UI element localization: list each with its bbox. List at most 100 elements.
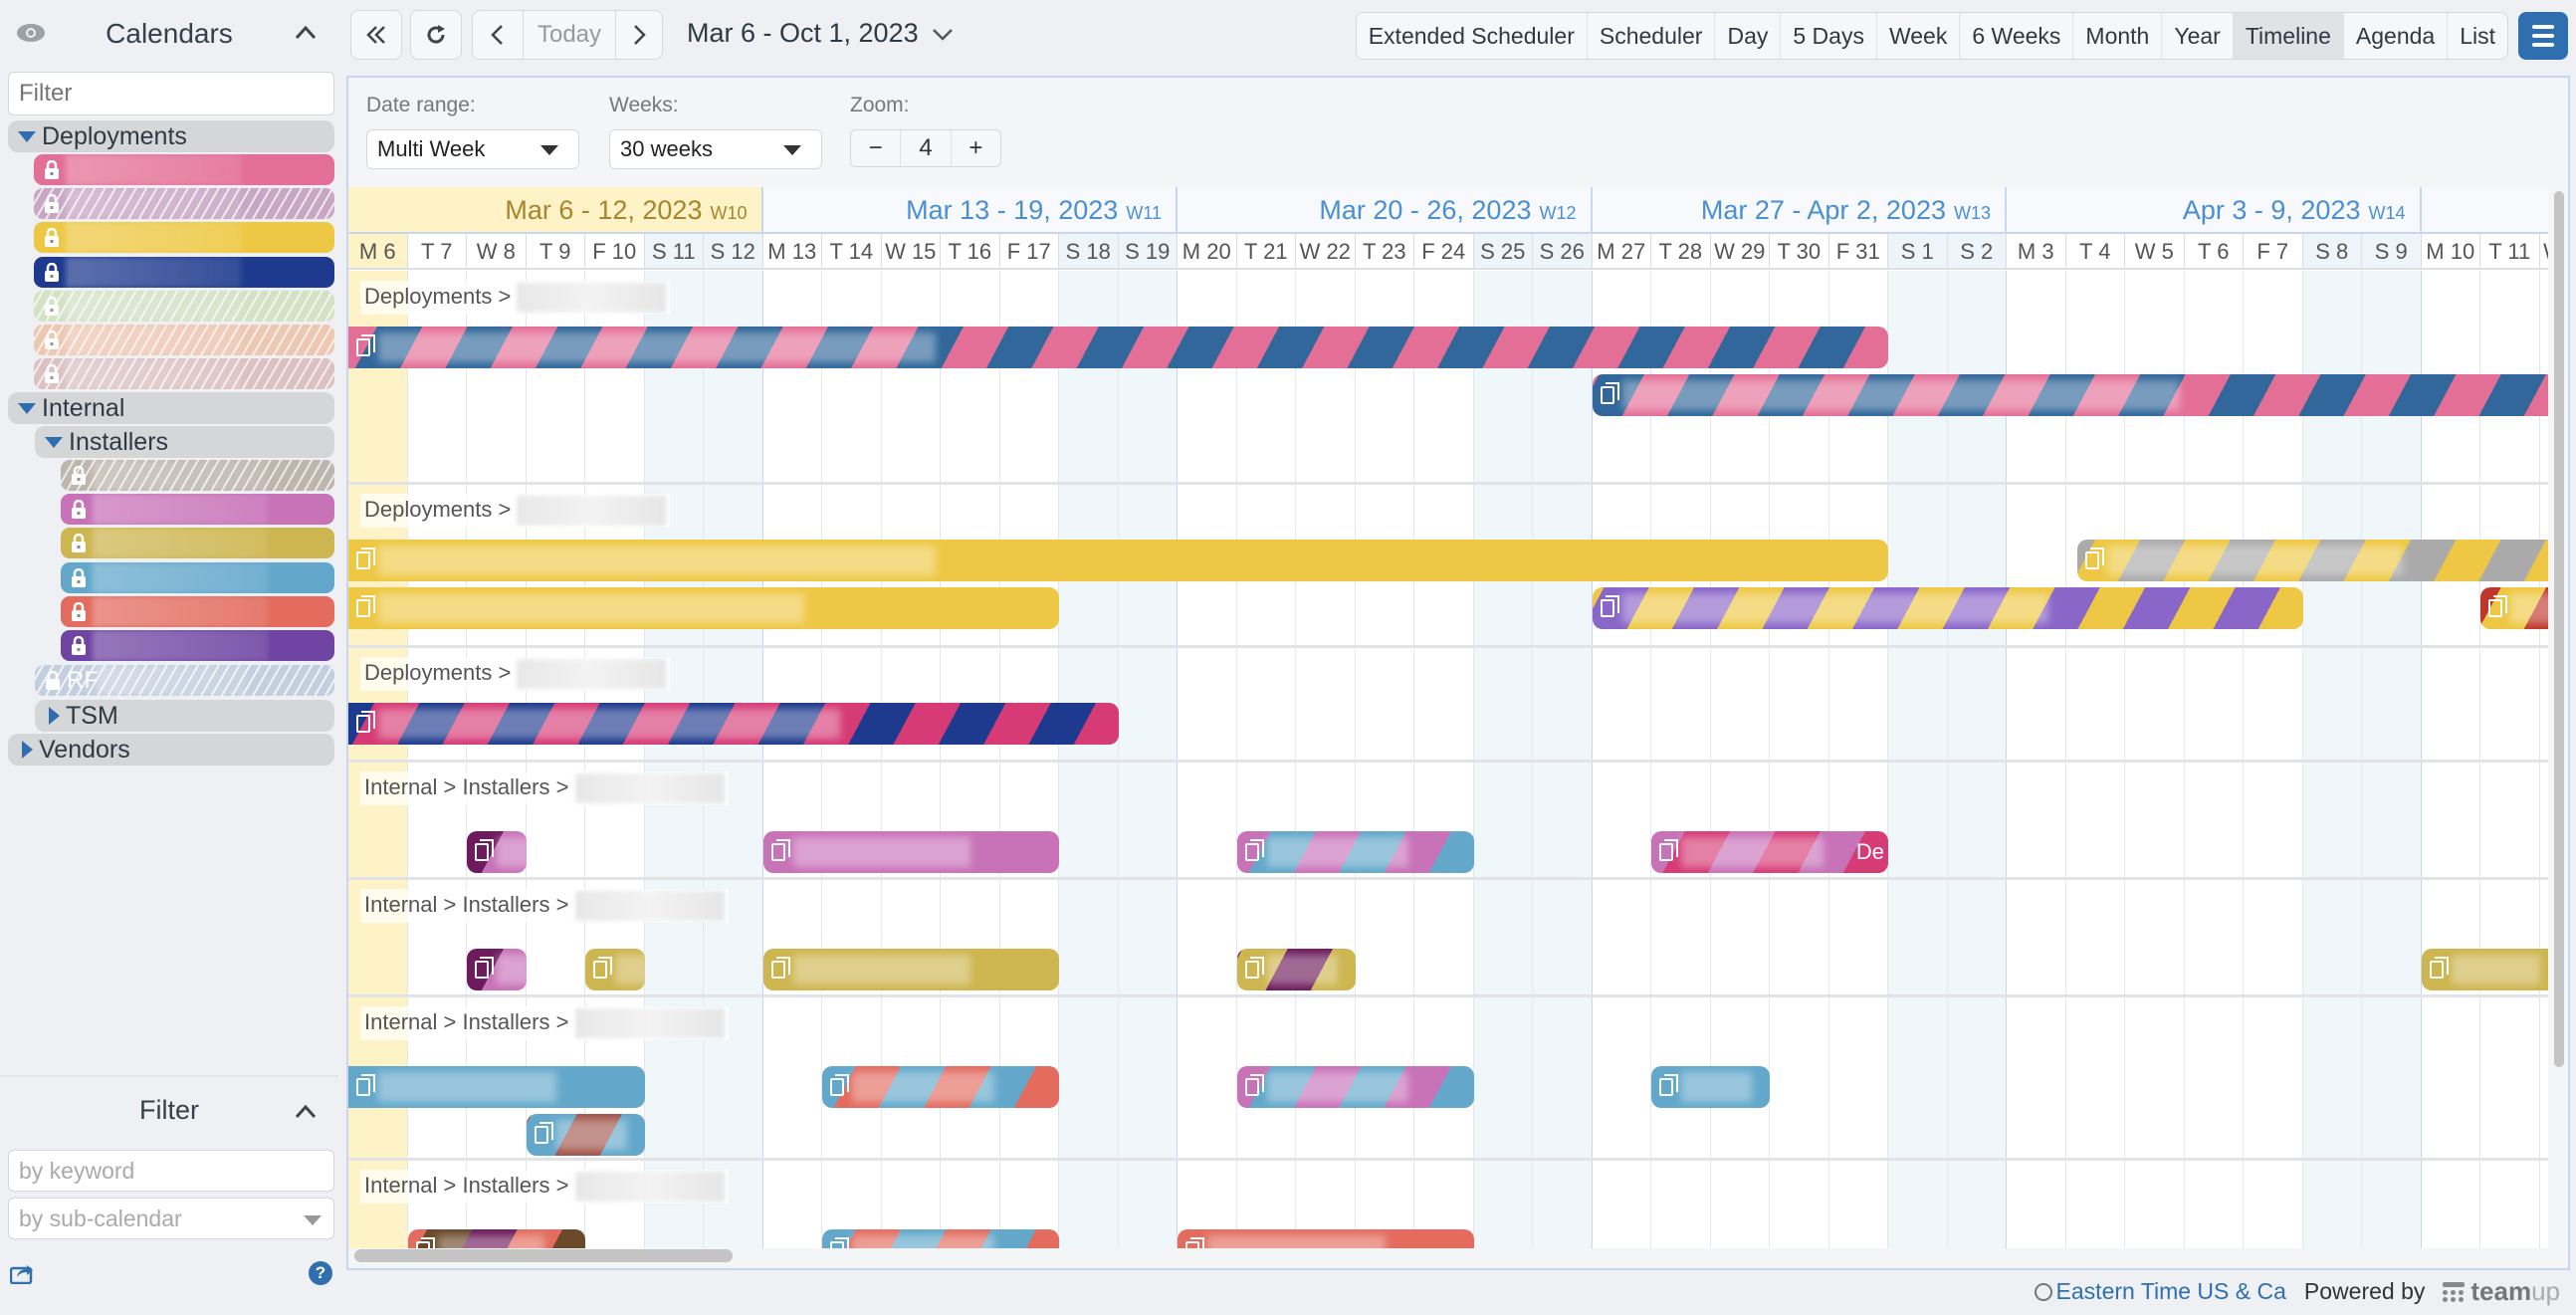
date-range-select[interactable]: Multi Week <box>366 129 579 169</box>
event-bar[interactable] <box>762 949 1059 990</box>
zoom-out-button[interactable]: − <box>851 130 902 166</box>
view-month-button[interactable]: Month <box>2073 13 2163 59</box>
deployments-calendar-item[interactable] <box>34 222 334 254</box>
day-header[interactable]: T 28 <box>1651 234 1711 270</box>
tree-item-installers[interactable]: Installers <box>35 426 334 458</box>
event-bar[interactable] <box>1592 587 2303 629</box>
timezone-link[interactable]: Eastern Time US & Ca <box>2034 1278 2286 1305</box>
event-bar[interactable] <box>1592 374 2548 416</box>
day-header[interactable]: M 13 <box>762 234 822 270</box>
calendar-item-rf[interactable]: RF <box>35 665 334 696</box>
view-year-button[interactable]: Year <box>2162 13 2234 59</box>
day-header[interactable]: S 9 <box>2362 234 2422 270</box>
event-bar[interactable] <box>762 831 1059 873</box>
collapse-sidebar-button[interactable] <box>350 10 402 60</box>
day-header[interactable]: M 27 <box>1592 234 1651 270</box>
day-header[interactable]: S 19 <box>1118 234 1178 270</box>
day-header[interactable]: S 12 <box>704 234 763 270</box>
day-header[interactable]: S 25 <box>1473 234 1533 270</box>
event-bar[interactable] <box>467 949 527 990</box>
expand-triangle-icon[interactable] <box>22 741 33 759</box>
vertical-scrollbar[interactable] <box>2554 191 2566 1067</box>
share-icon[interactable] <box>10 1262 34 1284</box>
day-header[interactable]: F 24 <box>1414 234 1474 270</box>
installers-calendar-item[interactable] <box>61 460 334 491</box>
tree-item-tsm[interactable]: TSM <box>35 700 334 732</box>
event-bar[interactable] <box>348 1066 645 1108</box>
help-icon[interactable]: ? <box>309 1261 332 1285</box>
weeks-select[interactable]: 30 weeks <box>609 129 822 169</box>
view-timeline-button[interactable]: Timeline <box>2233 13 2344 59</box>
deployments-calendar-item[interactable] <box>34 358 334 390</box>
deployments-calendar-item[interactable] <box>34 154 334 185</box>
day-header[interactable]: T 11 <box>2480 234 2540 270</box>
tree-item-vendors[interactable]: Vendors <box>8 734 334 766</box>
tree-item-internal[interactable]: Internal <box>8 392 334 424</box>
subcalendar-filter-select[interactable]: by sub-calendar <box>8 1198 334 1239</box>
deployments-calendar-item[interactable] <box>34 325 334 355</box>
installers-calendar-item[interactable] <box>61 528 334 559</box>
installers-calendar-item[interactable] <box>61 561 334 593</box>
event-bar[interactable] <box>526 1114 645 1156</box>
event-bar[interactable] <box>467 831 527 873</box>
expand-triangle-icon[interactable] <box>18 402 36 414</box>
today-button[interactable]: Today <box>523 10 616 60</box>
day-header[interactable]: T 9 <box>526 234 585 270</box>
view-day-button[interactable]: Day <box>1715 13 1782 59</box>
event-bar[interactable] <box>2077 540 2548 581</box>
view-extended-scheduler-button[interactable]: Extended Scheduler <box>1357 13 1588 59</box>
day-header[interactable]: F 10 <box>585 234 645 270</box>
refresh-button[interactable] <box>410 10 462 60</box>
event-bar[interactable] <box>2421 949 2548 990</box>
day-header[interactable]: S 26 <box>1533 234 1593 270</box>
view-6-weeks-button[interactable]: 6 Weeks <box>1960 13 2074 59</box>
deployments-calendar-item[interactable] <box>34 290 334 322</box>
tree-item-deployments[interactable]: Deployments <box>8 120 334 152</box>
event-bar[interactable] <box>1651 1066 1770 1108</box>
day-header[interactable]: T 21 <box>1236 234 1296 270</box>
expand-triangle-icon[interactable] <box>18 130 36 142</box>
day-header[interactable]: M 20 <box>1178 234 1237 270</box>
expand-triangle-icon[interactable] <box>49 707 60 725</box>
main-menu-button[interactable] <box>2518 12 2568 60</box>
day-header[interactable]: F 7 <box>2244 234 2303 270</box>
day-header[interactable]: T 7 <box>407 234 467 270</box>
expand-triangle-icon[interactable] <box>45 436 63 448</box>
event-bar[interactable] <box>348 703 1119 745</box>
deployments-calendar-item[interactable] <box>34 256 334 288</box>
view-agenda-button[interactable]: Agenda <box>2344 13 2449 59</box>
day-header[interactable]: T 16 <box>941 234 1000 270</box>
teamup-logo[interactable]: teamup <box>2443 1276 2560 1307</box>
deployments-calendar-item[interactable] <box>34 188 334 220</box>
scrollbar-thumb[interactable] <box>354 1249 733 1262</box>
date-range-title[interactable]: Mar 6 - Oct 1, 2023 <box>687 18 954 49</box>
collapse-calendars-icon[interactable] <box>293 20 319 46</box>
day-header[interactable]: S 18 <box>1059 234 1119 270</box>
event-bar[interactable] <box>1236 949 1356 990</box>
day-header[interactable]: T 4 <box>2065 234 2125 270</box>
day-header[interactable]: W 12 <box>2539 234 2548 270</box>
event-bar[interactable] <box>585 949 645 990</box>
zoom-in-button[interactable]: + <box>952 130 1000 166</box>
view-list-button[interactable]: List <box>2448 13 2507 59</box>
event-bar[interactable] <box>348 587 1059 629</box>
day-header[interactable]: W 22 <box>1296 234 1356 270</box>
day-header[interactable]: T 30 <box>1770 234 1829 270</box>
event-bar[interactable] <box>348 327 1888 368</box>
day-header[interactable]: S 2 <box>1947 234 2007 270</box>
event-bar[interactable] <box>1236 831 1474 873</box>
event-bar[interactable] <box>2480 587 2548 629</box>
calendar-filter-input[interactable] <box>8 72 334 115</box>
previous-button[interactable] <box>472 10 524 60</box>
view-week-button[interactable]: Week <box>1877 13 1961 59</box>
day-header[interactable]: S 1 <box>1888 234 1948 270</box>
day-header[interactable]: M 10 <box>2421 234 2480 270</box>
installers-calendar-item[interactable] <box>61 630 334 661</box>
collapse-filter-icon[interactable] <box>293 1099 319 1125</box>
installers-calendar-item[interactable] <box>61 595 334 627</box>
keyword-filter-input[interactable]: by keyword <box>8 1150 334 1192</box>
day-header[interactable]: W 8 <box>467 234 527 270</box>
day-header[interactable]: M 3 <box>2007 234 2066 270</box>
event-bar[interactable]: De <box>1651 831 1888 873</box>
installers-calendar-item[interactable] <box>61 494 334 526</box>
